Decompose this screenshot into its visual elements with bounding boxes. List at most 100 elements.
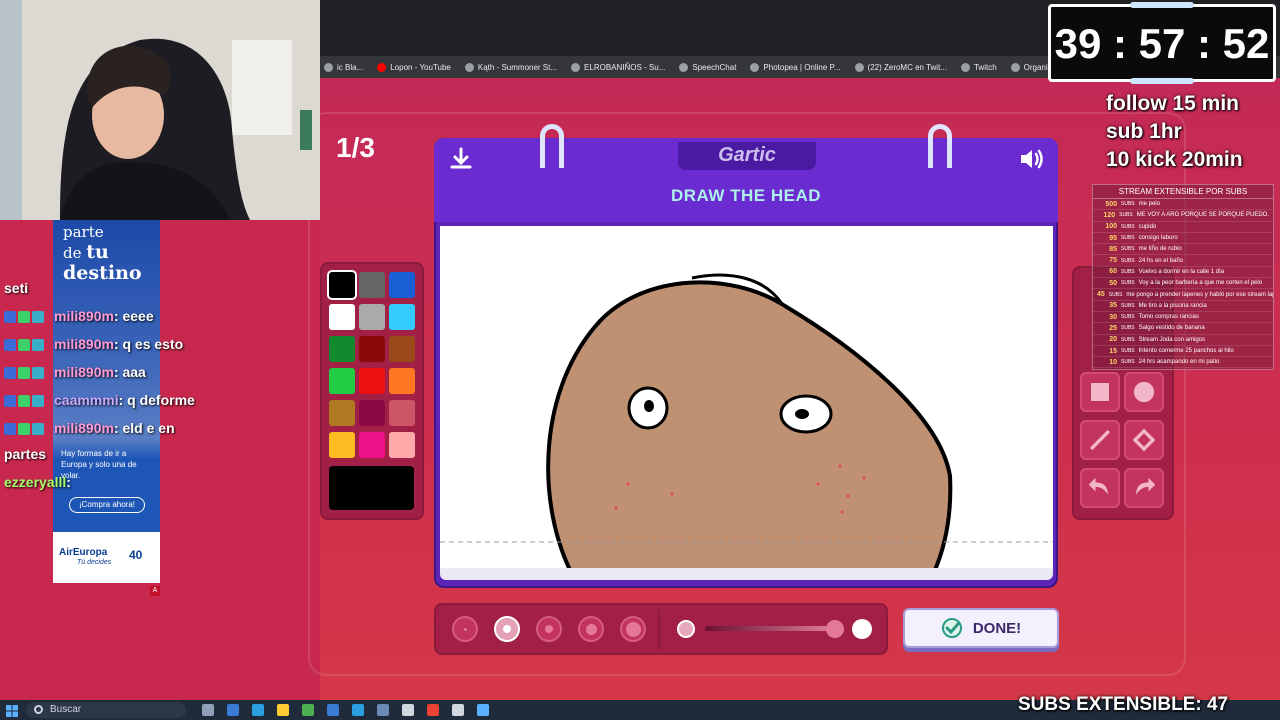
done-button[interactable]: DONE! — [903, 608, 1059, 648]
bookmark-item[interactable]: (22) ZeroMC en Twit... — [854, 62, 947, 72]
taskbar-app-icon[interactable] — [452, 704, 464, 716]
color-swatch[interactable] — [359, 272, 385, 298]
taskbar-app-icon[interactable] — [477, 704, 489, 716]
chat-username[interactable]: mili890m — [54, 308, 114, 324]
color-swatch[interactable] — [389, 304, 415, 330]
color-swatch[interactable] — [329, 368, 355, 394]
bookmark-item[interactable]: Kąth - Summoner St... — [464, 62, 558, 72]
color-swatch[interactable] — [389, 400, 415, 426]
chat-username[interactable]: partes — [4, 446, 46, 462]
chat-username[interactable]: seti — [4, 280, 28, 296]
color-swatch[interactable] — [389, 368, 415, 394]
brush-size-4[interactable] — [578, 616, 604, 642]
fill-tool-button[interactable] — [1124, 420, 1164, 460]
chat-text: : eld e en — [113, 420, 175, 436]
undo-button[interactable] — [1080, 468, 1120, 508]
color-swatch[interactable] — [389, 432, 415, 458]
redo-button[interactable] — [1124, 468, 1164, 508]
subs-goal-amount: 10 — [1109, 358, 1117, 366]
subs-goal-amount: 75 — [1109, 257, 1117, 265]
chat-username[interactable]: mili890m — [54, 336, 114, 352]
subs-goal-amount: 95 — [1109, 234, 1117, 242]
circle-tool-button[interactable] — [1124, 372, 1164, 412]
subs-unit: SUBS — [1121, 359, 1135, 366]
brush-size-5[interactable] — [620, 616, 646, 642]
color-swatch[interactable] — [389, 336, 415, 362]
webcam-feed — [0, 0, 320, 220]
chat-badges — [4, 308, 54, 324]
bookmark-label: Kąth - Summoner St... — [477, 62, 558, 72]
color-swatch[interactable] — [327, 270, 357, 300]
subs-goal-text: Salgo vestido de banana — [1138, 325, 1205, 332]
bookmark-favicon-icon — [377, 62, 387, 72]
windows-start-icon[interactable] — [6, 704, 18, 717]
bookmark-favicon-icon — [854, 62, 864, 72]
subs-goal-row: 30 SUBS Tomo compras rancias — [1093, 312, 1273, 324]
bookmark-item[interactable]: Photopea | Online P... — [750, 62, 841, 72]
subs-unit: SUBS — [1121, 336, 1135, 343]
bookmark-item[interactable]: ic Bla... — [324, 62, 363, 72]
subs-goal-row: 35 SUBS Me tiro a la piscina rancia — [1093, 301, 1273, 312]
chat-username[interactable]: ezzeryalll — [4, 474, 66, 490]
badge-icon — [18, 339, 30, 352]
taskbar-app-icon[interactable] — [427, 704, 439, 716]
color-swatch[interactable] — [359, 368, 385, 394]
subs-unit: SUBS — [1121, 235, 1135, 242]
color-swatch[interactable] — [389, 272, 415, 298]
opacity-high-icon — [852, 619, 872, 639]
taskbar-search[interactable]: Buscar — [26, 702, 186, 718]
bookmark-label: SpeechChat — [692, 62, 737, 72]
brush-size-3[interactable] — [536, 616, 562, 642]
subs-goals-panel: STREAM EXTENSIBLE POR SUBS 500 SUBS me pel… — [1092, 184, 1274, 370]
badge-icon — [18, 423, 30, 436]
chat-username[interactable]: mili890m — [54, 364, 114, 380]
taskbar-app-icon[interactable] — [402, 704, 414, 716]
bookmark-item[interactable]: Lopon - YouTube — [377, 62, 451, 72]
taskbar-app-icon[interactable] — [377, 704, 389, 716]
color-swatch[interactable] — [329, 336, 355, 362]
taskbar-app-icon[interactable] — [202, 704, 214, 716]
download-icon[interactable] — [448, 146, 474, 172]
chat-badges — [4, 392, 54, 408]
current-color-swatch — [329, 466, 414, 510]
chat-username[interactable]: mili890m — [54, 420, 114, 436]
bookmark-item[interactable]: ELROBANIÑOS - Su... — [571, 62, 666, 72]
color-swatch[interactable] — [329, 432, 355, 458]
sound-icon[interactable] — [1018, 146, 1044, 172]
taskbar-app-icon[interactable] — [327, 704, 339, 716]
taskbar-app-icon[interactable] — [352, 704, 364, 716]
taskbar-app-icon[interactable] — [302, 704, 314, 716]
drawing-canvas[interactable] — [440, 226, 1053, 570]
taskbar-app-icon[interactable] — [227, 704, 239, 716]
taskbar-app-icon[interactable] — [252, 704, 264, 716]
brush-size-2[interactable] — [494, 616, 520, 642]
ad-choices-icon[interactable]: A — [150, 586, 160, 596]
badge-icon — [4, 311, 16, 324]
chat-message: partes — [4, 446, 46, 462]
badge-icon — [4, 423, 16, 436]
ad-cta-button[interactable]: ¡Compra ahora! — [69, 497, 145, 513]
line-tool-button[interactable] — [1080, 420, 1120, 460]
opacity-slider-track[interactable] — [705, 626, 835, 631]
color-swatch[interactable] — [359, 432, 385, 458]
color-swatch[interactable] — [359, 336, 385, 362]
bookmark-label: ELROBANIÑOS - Su... — [584, 62, 666, 72]
bookmark-item[interactable]: SpeechChat — [679, 62, 737, 72]
subs-goal-amount: 100 — [1105, 223, 1117, 231]
badge-icon — [32, 423, 44, 436]
subs-goal-row: 25 SUBS Salgo vestido de banana — [1093, 323, 1273, 335]
stream-timer: 39 : 57 : 52 — [1048, 4, 1276, 82]
color-swatch[interactable] — [359, 400, 385, 426]
chat-username[interactable]: caammmi — [54, 392, 119, 408]
color-swatch[interactable] — [329, 304, 355, 330]
line-tool-icon — [1090, 430, 1110, 450]
bookmark-item[interactable]: Twitch — [960, 62, 997, 72]
color-swatch[interactable] — [329, 400, 355, 426]
color-swatch[interactable] — [359, 304, 385, 330]
square-tool-button[interactable] — [1080, 372, 1120, 412]
task-title: DRAW THE HEAD — [670, 186, 822, 205]
opacity-slider-thumb[interactable] — [826, 620, 844, 638]
chat-text: : eeee — [113, 308, 154, 324]
taskbar-app-icon[interactable] — [277, 704, 289, 716]
brush-size-1[interactable] — [452, 616, 478, 642]
